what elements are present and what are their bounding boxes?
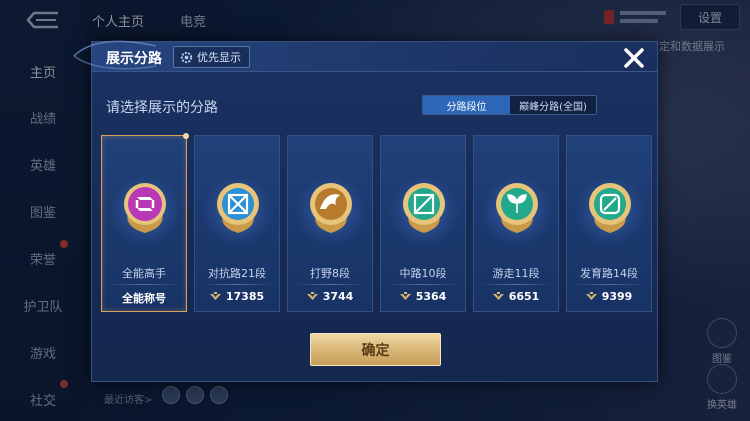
card-score: 全能称号 (122, 292, 166, 305)
rank-points-icon (209, 292, 221, 300)
lane-display-dialog: 展示分路 优先显示 请选择展示的分路 分路段位 巅峰分路(全国) 全能高手 全能… (73, 40, 658, 382)
tab-peak-lane-national[interactable]: 巅峰分路(全国) (510, 96, 596, 114)
card-name: 全能高手 (122, 267, 166, 280)
close-icon[interactable] (621, 45, 647, 71)
allround-emblem-icon (124, 183, 166, 233)
priority-display-button[interactable]: 优先显示 (173, 46, 250, 68)
farm-lane-emblem-icon (589, 183, 631, 233)
jungle-emblem-icon (310, 183, 352, 233)
rank-points-icon (306, 292, 318, 300)
card-score: 5364 (381, 290, 465, 303)
roam-emblem-icon (496, 183, 538, 233)
card-score: 3744 (288, 290, 372, 303)
mid-lane-emblem-icon (403, 183, 445, 233)
clash-lane-emblem-icon (217, 183, 259, 233)
rank-points-icon (492, 292, 504, 300)
rank-points-icon (585, 292, 597, 300)
confirm-button[interactable]: 确定 (310, 333, 441, 366)
card-name: 发育路14段 (580, 267, 638, 280)
lane-card-jungle[interactable]: 打野8段 3744 (287, 135, 373, 312)
card-score: 17385 (195, 290, 279, 303)
card-name: 游走11段 (492, 267, 540, 280)
lane-card-clash[interactable]: 对抗路21段 17385 (194, 135, 280, 312)
rank-points-icon (399, 292, 411, 300)
selection-corner-marker (183, 133, 189, 139)
lane-card-allround[interactable]: 全能高手 全能称号 (101, 133, 189, 312)
gear-icon (180, 51, 193, 63)
lane-card-roam[interactable]: 游走11段 6651 (473, 135, 559, 312)
card-name: 打野8段 (310, 267, 350, 280)
card-name: 对抗路21段 (208, 267, 266, 280)
card-score: 6651 (474, 290, 558, 303)
card-name: 中路10段 (399, 267, 447, 280)
lane-card-farm[interactable]: 发育路14段 9399 (566, 135, 652, 312)
rank-type-toggle: 分路段位 巅峰分路(全国) (422, 95, 597, 115)
dialog-title: 展示分路 (106, 51, 162, 67)
lane-card-mid[interactable]: 中路10段 5364 (380, 135, 466, 312)
card-score: 9399 (567, 290, 651, 303)
dialog-header: 展示分路 优先显示 (73, 40, 657, 72)
priority-display-label: 优先显示 (197, 51, 241, 64)
select-lane-prompt: 请选择展示的分路 (106, 100, 218, 116)
tab-lane-rank[interactable]: 分路段位 (423, 96, 510, 114)
